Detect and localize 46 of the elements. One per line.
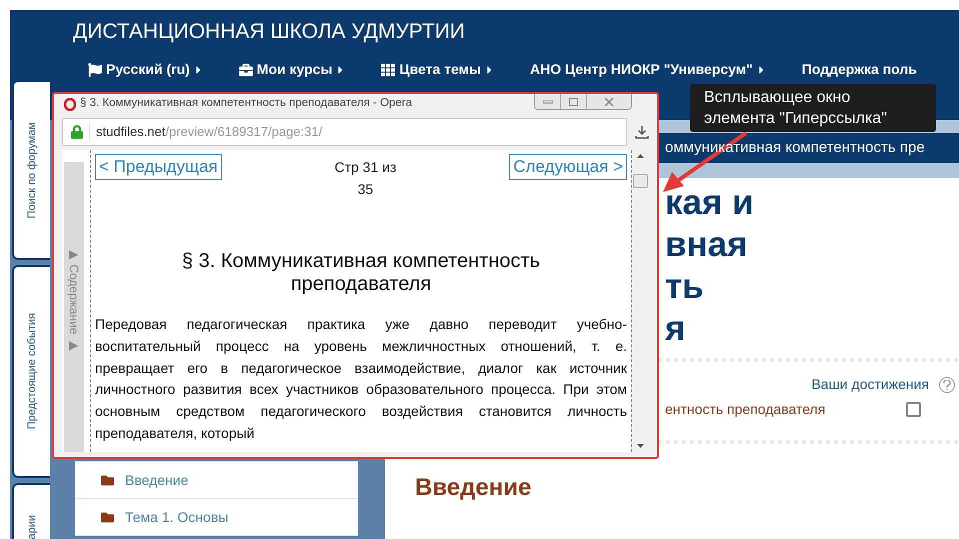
folder-icon [100,510,115,524]
minimize-button[interactable] [535,94,561,109]
nav-link[interactable]: Русский (ru) [88,59,203,80]
minimize-icon [542,100,552,104]
sidebar-item[interactable]: Введение [75,462,358,499]
document-paragraph: Передовая педагогическая практика уже давно переводит учебно-воспитательный процесс на уровень межличностных отношений, т. е. превращает его в педагогическое взаимодействие, диалог как источник личностного развития всех участников образовательного процесса. При этом основным средством педагогического воздействия становится личность преподавателя, который [95,315,627,443]
course-title-line: ть [665,266,705,308]
address-field[interactable]: studfiles.net/preview/6189317/page:31/ [62,118,627,146]
next-page-button[interactable]: Следующая > [509,154,627,180]
maximize-icon [569,98,578,106]
course-title-line: кая и [665,182,755,224]
grid-icon [381,62,396,76]
url-host: studfiles.net [96,123,166,142]
section-heading: Введение [415,473,532,503]
page-indicator: Стр 31 из 35 [333,158,398,199]
nav-link[interactable]: АНО Центр НИОКР "Универсум" [530,59,766,80]
lock-icon [71,125,83,139]
sidebar-item[interactable]: Тема 1. Основы [75,499,358,536]
popup-title: § 3. Коммуникативная компетентность преподавателя - Opera [80,96,412,112]
scroll-down-icon [637,444,644,448]
briefcase-icon [238,62,253,76]
maximize-button[interactable] [561,94,587,109]
scroll-up-icon [637,154,644,158]
callout-tooltip: Всплывающее окно элемента "Гиперссылка" [690,84,936,132]
nav-link[interactable]: Поддержка поль [802,59,917,80]
browser-logo-icon [64,98,76,110]
activity-link[interactable]: ентность преподавателя [665,399,826,420]
achievements-link[interactable]: Ваши достижения [811,374,929,395]
site-title: ДИСТАНЦИОННАЯ ШКОЛА УДМУРТИИ [73,19,466,45]
close-button[interactable] [587,94,631,109]
download-icon[interactable] [635,125,649,139]
flag-icon [88,62,102,76]
course-title-line: вная [665,224,749,266]
side-tab[interactable]: Поиск по форумам [12,80,50,260]
url-path: /preview/6189317/page:31/ [165,123,322,142]
document-heading: § 3. Коммуникативная компетентность преподавателя [180,250,542,296]
folder-icon [100,474,115,486]
scroll-thumb[interactable] [633,174,648,188]
close-icon [604,98,614,106]
side-tab[interactable]: Предстоящие события [12,265,50,478]
previous-page-button[interactable]: < Предыдущая [95,154,222,180]
help-icon[interactable] [939,376,955,392]
nav-link[interactable]: Мои курсы [238,59,346,80]
course-title-line: я [665,308,686,350]
completion-checkbox[interactable] [906,402,921,417]
nav-link[interactable]: Цвета темы [381,59,494,80]
